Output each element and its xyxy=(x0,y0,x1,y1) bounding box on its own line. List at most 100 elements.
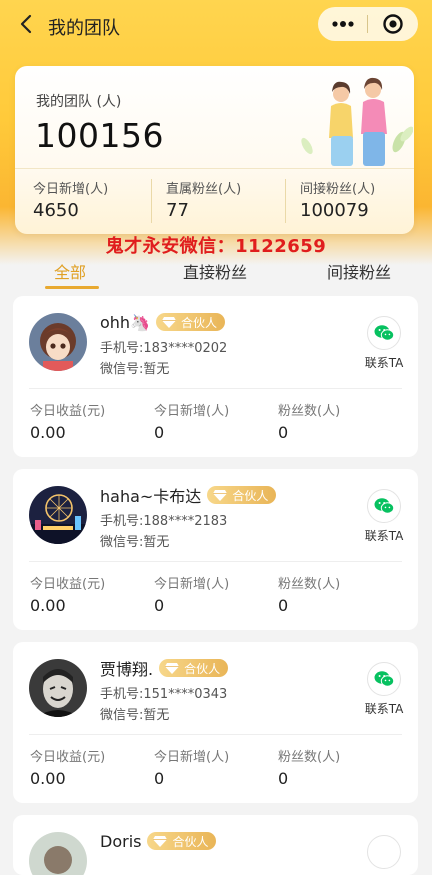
member-wechat: 微信号:暂无 xyxy=(100,704,169,723)
member-wechat: 微信号:暂无 xyxy=(100,531,169,550)
wechat-value: 暂无 xyxy=(143,708,170,723)
wechat-value: 暂无 xyxy=(143,535,170,550)
target-circle-icon xyxy=(383,14,403,34)
phone-value: 183****0202 xyxy=(143,341,228,356)
partner-badge: 合伙人 xyxy=(159,659,229,677)
member-name: Doris xyxy=(100,831,142,851)
member-card[interactable]: haha~卡布达 合伙人 手机号:188****2183 微信号:暂无 联系TA… xyxy=(13,469,418,630)
tab-indirect-fans[interactable]: 间接粉丝 xyxy=(327,259,391,283)
stat-label: 粉丝数(人) xyxy=(278,404,341,419)
partner-badge: 合伙人 xyxy=(147,832,217,850)
partner-badge: 合伙人 xyxy=(156,313,226,331)
close-miniprogram-button[interactable] xyxy=(368,7,418,41)
more-dots-icon xyxy=(331,21,354,27)
stat-label: 今日新增(人) xyxy=(154,577,230,592)
card-divider xyxy=(29,561,402,562)
stat-value: 0.00 xyxy=(30,769,66,788)
member-name: haha~卡布达 xyxy=(100,487,202,506)
contact-label: 联系TA xyxy=(364,702,404,716)
stat-label: 今日收益(元) xyxy=(30,404,106,419)
stat-divider xyxy=(285,179,286,223)
back-button[interactable] xyxy=(14,12,38,36)
navbar: 我的团队 xyxy=(0,0,432,50)
member-wechat: 微信号:暂无 xyxy=(100,358,169,377)
badge-label: 合伙人 xyxy=(232,488,269,503)
avatar xyxy=(29,313,87,371)
member-name-row: ohh🦄 合伙人 xyxy=(100,311,226,333)
mini-program-capsule xyxy=(318,7,418,41)
phone-label: 手机号: xyxy=(100,687,144,702)
phone-value: 188****2183 xyxy=(143,514,228,529)
phone-label: 手机号: xyxy=(100,341,144,356)
wechat-icon xyxy=(367,489,401,523)
contact-button[interactable] xyxy=(359,835,409,875)
stat-value: 0 xyxy=(278,423,289,442)
contact-label: 联系TA xyxy=(364,356,404,370)
fan-filter-tabs: 全部 直接粉丝 间接粉丝 xyxy=(0,255,432,293)
chevron-left-icon xyxy=(20,14,32,34)
partner-badge: 合伙人 xyxy=(207,486,277,504)
team-summary-card: 我的团队 (人) 100156 今日新增(人) 4650 直属粉丝(人) 77 … xyxy=(15,66,414,234)
wechat-label: 微信号: xyxy=(100,362,144,377)
tab-direct-fans[interactable]: 直接粉丝 xyxy=(183,259,247,283)
team-total-value: 100156 xyxy=(35,116,164,155)
stat-label: 直属粉丝(人) xyxy=(166,182,242,197)
stat-value: 0.00 xyxy=(30,423,66,442)
stat-label: 今日新增(人) xyxy=(154,404,230,419)
stat-value: 100079 xyxy=(300,200,369,221)
badge-label: 合伙人 xyxy=(172,834,209,849)
stat-label: 粉丝数(人) xyxy=(278,750,341,765)
stat-value: 77 xyxy=(166,200,189,221)
contact-button[interactable]: 联系TA xyxy=(359,662,409,722)
active-tab-indicator xyxy=(45,286,99,289)
phone-label: 手机号: xyxy=(100,514,144,529)
team-illustration xyxy=(301,77,413,166)
team-total-label: 我的团队 (人) xyxy=(36,94,122,110)
card-divider xyxy=(29,734,402,735)
stat-value: 0 xyxy=(154,596,165,615)
badge-label: 合伙人 xyxy=(181,315,218,330)
wechat-value: 暂无 xyxy=(143,362,170,377)
contact-button[interactable]: 联系TA xyxy=(359,489,409,549)
avatar xyxy=(29,832,87,875)
stat-value: 0 xyxy=(278,769,289,788)
stat-divider xyxy=(151,179,152,223)
avatar xyxy=(29,486,87,544)
card-divider xyxy=(29,388,402,389)
member-card[interactable]: Doris 合伙人 xyxy=(13,815,418,875)
contact-button[interactable]: 联系TA xyxy=(359,316,409,376)
wechat-icon xyxy=(367,662,401,696)
stat-value: 0.00 xyxy=(30,596,66,615)
diamond-icon xyxy=(213,489,228,501)
member-phone: 手机号:188****2183 xyxy=(100,510,227,529)
diamond-icon xyxy=(165,662,180,674)
page-title: 我的团队 xyxy=(48,18,120,39)
stat-label: 粉丝数(人) xyxy=(278,577,341,592)
stat-label: 今日收益(元) xyxy=(30,577,106,592)
member-name-row: Doris 合伙人 xyxy=(100,830,217,852)
avatar xyxy=(29,659,87,717)
member-phone: 手机号:183****0202 xyxy=(100,337,227,356)
member-name: 贾博翔. xyxy=(100,660,154,679)
stat-label: 今日新增(人) xyxy=(33,182,109,197)
more-button[interactable] xyxy=(318,7,367,41)
member-card[interactable]: ohh🦄 合伙人 手机号:183****0202 微信号:暂无 联系TA 今日收… xyxy=(13,296,418,457)
stat-value: 4650 xyxy=(33,200,79,221)
stat-label: 今日新增(人) xyxy=(154,750,230,765)
tab-all[interactable]: 全部 xyxy=(54,259,86,283)
stat-label: 间接粉丝(人) xyxy=(300,182,376,197)
wechat-icon xyxy=(367,316,401,350)
diamond-icon xyxy=(162,316,176,328)
member-phone: 手机号:151****0343 xyxy=(100,683,227,702)
stat-value: 0 xyxy=(278,596,289,615)
phone-value: 151****0343 xyxy=(143,687,228,702)
member-name: ohh🦄 xyxy=(100,312,150,332)
stat-label: 今日收益(元) xyxy=(30,750,106,765)
team-stats-row: 今日新增(人) 4650 直属粉丝(人) 77 间接粉丝(人) 100079 xyxy=(15,168,414,234)
stat-value: 0 xyxy=(154,423,165,442)
wechat-label: 微信号: xyxy=(100,535,144,550)
member-card[interactable]: 贾博翔. 合伙人 手机号:151****0343 微信号:暂无 联系TA 今日收… xyxy=(13,642,418,803)
wechat-label: 微信号: xyxy=(100,708,144,723)
member-name-row: 贾博翔. 合伙人 xyxy=(100,657,229,679)
diamond-icon xyxy=(153,835,168,847)
